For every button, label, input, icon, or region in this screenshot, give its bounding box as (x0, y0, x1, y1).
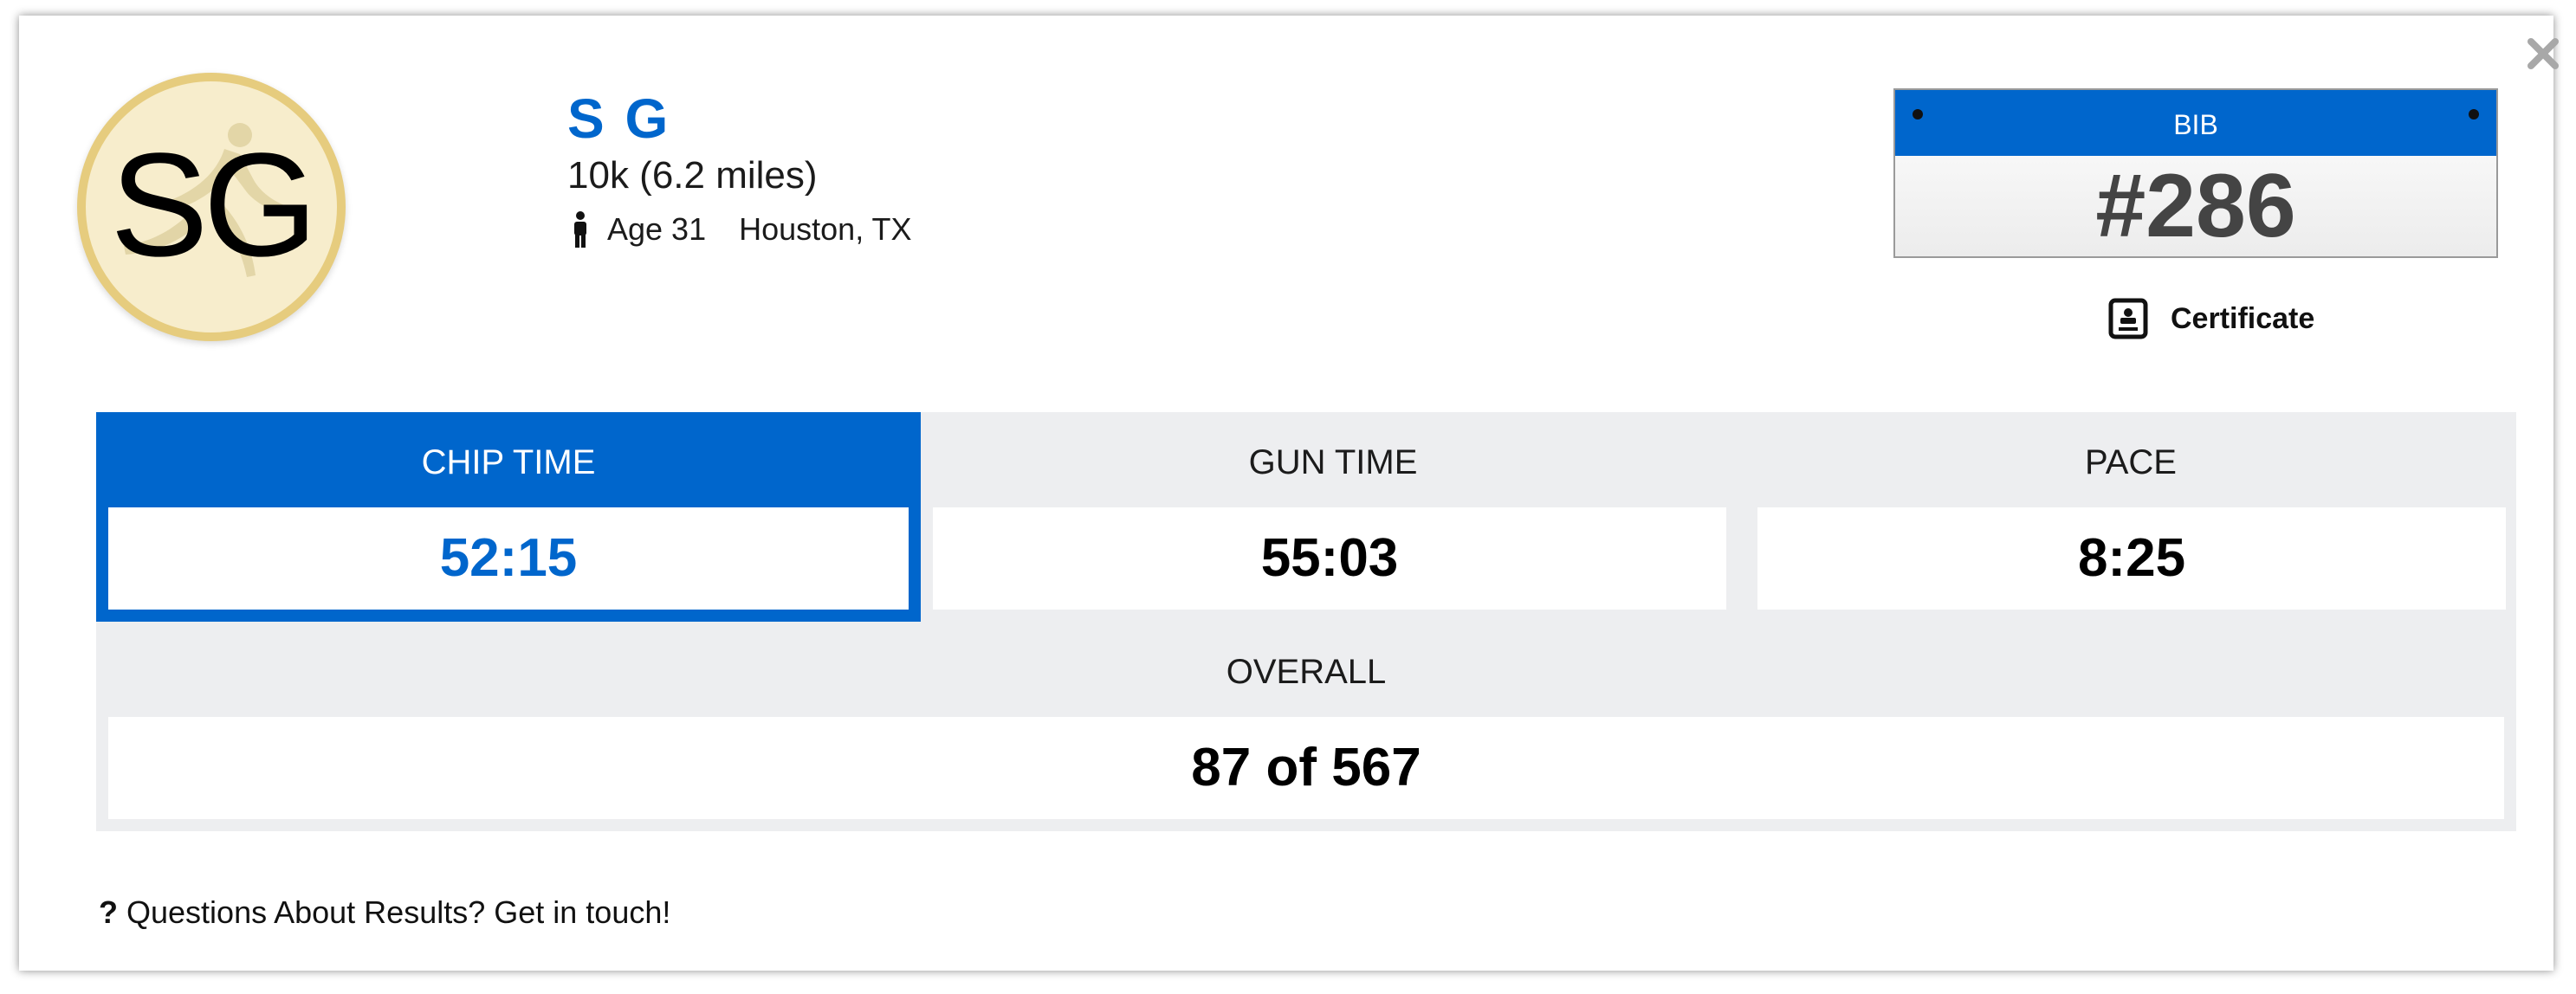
gun-time-value: 55:03 (933, 507, 1726, 610)
participant-meta: Age 31 Houston, TX (567, 211, 912, 248)
certificate-label: Certificate (2171, 301, 2315, 335)
chip-time-value: 52:15 (108, 507, 909, 610)
pace-label: PACE (2085, 443, 2177, 481)
overall-cell: OVERALL 87 of 567 (96, 622, 2516, 831)
person-icon (574, 211, 586, 248)
certificate-link[interactable]: Certificate (2108, 298, 2314, 339)
bib-hole-right (2469, 109, 2479, 119)
bib-hole-left (1913, 109, 1923, 119)
overall-value: 87 of 567 (108, 717, 2504, 819)
results-stats: CHIP TIME 52:15 GUN TIME 55:03 PACE 8:25… (96, 412, 2516, 831)
overall-label: OVERALL (1226, 653, 1387, 691)
questions-link[interactable]: ? Questions About Results? Get in touch! (99, 894, 670, 931)
chip-time-label: CHIP TIME (421, 443, 596, 481)
chip-time-cell: CHIP TIME 52:15 (96, 412, 921, 622)
pace-cell: PACE 8:25 (1745, 412, 2516, 622)
race-distance: 10k (6.2 miles) (567, 154, 818, 197)
gun-time-label: GUN TIME (1248, 443, 1418, 481)
close-icon[interactable] (2522, 33, 2564, 74)
questions-link-label: Questions About Results? Get in touch! (126, 894, 671, 930)
gun-time-cell: GUN TIME 55:03 (921, 412, 1745, 622)
results-modal: SG S G 10k (6.2 miles) Age 31 Houston, T… (19, 16, 2559, 971)
question-icon: ? (99, 894, 118, 930)
avatar: SG (77, 73, 346, 341)
participant-location: Houston, TX (739, 211, 912, 247)
bib-number: #286 (2095, 156, 2296, 256)
pace-value: 8:25 (1757, 507, 2506, 610)
participant-name: S G (567, 87, 671, 150)
certificate-icon (2108, 298, 2148, 339)
bib-header: BIB (1895, 90, 2496, 156)
participant-age: Age 31 (607, 211, 707, 247)
bib-card: BIB #286 (1893, 88, 2498, 258)
avatar-initials: SG (110, 123, 318, 287)
bib-label: BIB (2173, 109, 2218, 140)
